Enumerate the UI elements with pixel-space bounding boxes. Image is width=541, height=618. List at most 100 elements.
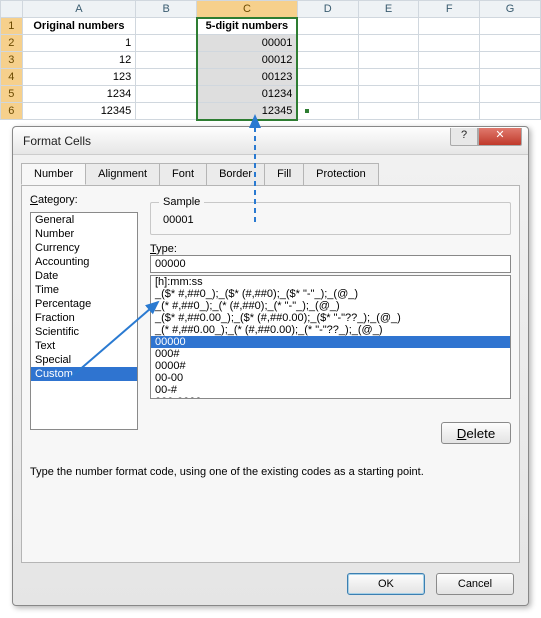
cell[interactable]	[480, 69, 541, 86]
close-button[interactable]: ✕	[478, 128, 522, 146]
tab-border[interactable]: Border	[206, 163, 265, 185]
format-code-listbox[interactable]: [h]:mm:ss_($* #,##0_);_($* (#,##0);_($* …	[150, 275, 511, 399]
category-item[interactable]: Fraction	[31, 311, 137, 325]
category-item[interactable]: Currency	[31, 241, 137, 255]
cell[interactable]	[358, 35, 419, 52]
cell[interactable]	[480, 86, 541, 103]
cell[interactable]	[480, 52, 541, 69]
cell[interactable]	[480, 18, 541, 35]
category-item[interactable]: Date	[31, 269, 137, 283]
cell[interactable]	[358, 86, 419, 103]
cell[interactable]	[297, 52, 358, 69]
cell[interactable]: 12345	[197, 103, 298, 120]
cell[interactable]	[480, 103, 541, 120]
cell[interactable]: 01234	[197, 86, 298, 103]
category-item[interactable]: Time	[31, 283, 137, 297]
row-header-1[interactable]: 1	[1, 18, 23, 35]
cell[interactable]	[297, 69, 358, 86]
fill-handle[interactable]	[304, 108, 310, 114]
row-header-2[interactable]: 2	[1, 35, 23, 52]
titlebar[interactable]: Format Cells ? ✕	[13, 127, 528, 155]
cell[interactable]: 00001	[197, 35, 298, 52]
cancel-button[interactable]: Cancel	[436, 573, 514, 595]
cell[interactable]	[358, 18, 419, 35]
cell[interactable]: 123	[22, 69, 136, 86]
hint-text: Type the number format code, using one o…	[30, 466, 511, 478]
format-code-item[interactable]: _($* #,##0.00_);_($* (#,##0.00);_($* "-"…	[151, 312, 510, 324]
spreadsheet[interactable]: A B C D E F G 1 Original numbers 5-digit…	[0, 0, 541, 121]
cell[interactable]	[419, 35, 480, 52]
col-header-b[interactable]: B	[136, 1, 197, 18]
cell[interactable]: 1	[22, 35, 136, 52]
category-item[interactable]: Scientific	[31, 325, 137, 339]
cell[interactable]	[136, 18, 197, 35]
select-all[interactable]	[1, 1, 23, 18]
cell[interactable]	[136, 35, 197, 52]
category-listbox[interactable]: GeneralNumberCurrencyAccountingDateTimeP…	[30, 212, 138, 430]
cell[interactable]	[136, 52, 197, 69]
row-header-3[interactable]: 3	[1, 52, 23, 69]
cell[interactable]	[419, 52, 480, 69]
format-code-item[interactable]: _(* #,##0.00_);_(* (#,##0.00);_(* "-"??_…	[151, 324, 510, 336]
cell[interactable]: Original numbers	[22, 18, 136, 35]
category-item[interactable]: Number	[31, 227, 137, 241]
cell[interactable]	[358, 69, 419, 86]
format-code-item[interactable]: 00-#	[151, 384, 510, 396]
cell[interactable]	[136, 69, 197, 86]
tab-fill[interactable]: Fill	[264, 163, 304, 185]
cell[interactable]	[297, 35, 358, 52]
row-header-5[interactable]: 5	[1, 86, 23, 103]
category-item[interactable]: General	[31, 213, 137, 227]
cell[interactable]	[419, 103, 480, 120]
category-item[interactable]: Percentage	[31, 297, 137, 311]
cell[interactable]	[358, 52, 419, 69]
format-code-item[interactable]: 000-0000	[151, 396, 510, 399]
tab-font[interactable]: Font	[159, 163, 207, 185]
ok-button[interactable]: OK	[347, 573, 425, 595]
help-button[interactable]: ?	[450, 128, 478, 146]
cell[interactable]	[297, 18, 358, 35]
cell[interactable]: 1234	[22, 86, 136, 103]
cell[interactable]: 00123	[197, 69, 298, 86]
row-header-4[interactable]: 4	[1, 69, 23, 86]
tab-number[interactable]: Number	[21, 163, 86, 185]
category-item[interactable]: Text	[31, 339, 137, 353]
format-cells-dialog: Format Cells ? ✕ Number Alignment Font B…	[12, 126, 529, 606]
format-code-item[interactable]: [h]:mm:ss	[151, 276, 510, 288]
cell[interactable]: 12	[22, 52, 136, 69]
row-header-6[interactable]: 6	[1, 103, 23, 120]
delete-button[interactable]: Delete	[441, 422, 511, 444]
cell[interactable]	[297, 86, 358, 103]
type-label: Type:	[150, 243, 511, 255]
col-header-d[interactable]: D	[297, 1, 358, 18]
format-code-item[interactable]: 000#	[151, 348, 510, 360]
col-header-f[interactable]: F	[419, 1, 480, 18]
cell[interactable]	[136, 86, 197, 103]
format-code-item[interactable]: _($* #,##0_);_($* (#,##0);_($* "-"_);_(@…	[151, 288, 510, 300]
col-header-c[interactable]: C	[197, 1, 298, 18]
tab-protection[interactable]: Protection	[303, 163, 379, 185]
format-code-item[interactable]: _(* #,##0_);_(* (#,##0);_(* "-"_);_(@_)	[151, 300, 510, 312]
cell[interactable]	[419, 86, 480, 103]
sample-value: 00001	[159, 214, 502, 226]
col-header-g[interactable]: G	[480, 1, 541, 18]
col-header-e[interactable]: E	[358, 1, 419, 18]
format-code-item[interactable]: 00000	[151, 336, 510, 348]
type-input[interactable]	[150, 255, 511, 273]
cell[interactable]: 00012	[197, 52, 298, 69]
category-item[interactable]: Custom	[31, 367, 137, 381]
cell[interactable]	[419, 18, 480, 35]
cell[interactable]	[358, 103, 419, 120]
cell[interactable]: 5-digit numbers	[197, 18, 298, 35]
format-code-item[interactable]: 0000#	[151, 360, 510, 372]
cell[interactable]: 12345	[22, 103, 136, 120]
category-item[interactable]: Special	[31, 353, 137, 367]
category-item[interactable]: Accounting	[31, 255, 137, 269]
sample-group: Sample 00001	[150, 196, 511, 235]
cell[interactable]	[480, 35, 541, 52]
tab-alignment[interactable]: Alignment	[85, 163, 160, 185]
cell[interactable]	[419, 69, 480, 86]
format-code-item[interactable]: 00-00	[151, 372, 510, 384]
cell[interactable]	[136, 103, 197, 120]
col-header-a[interactable]: A	[22, 1, 136, 18]
